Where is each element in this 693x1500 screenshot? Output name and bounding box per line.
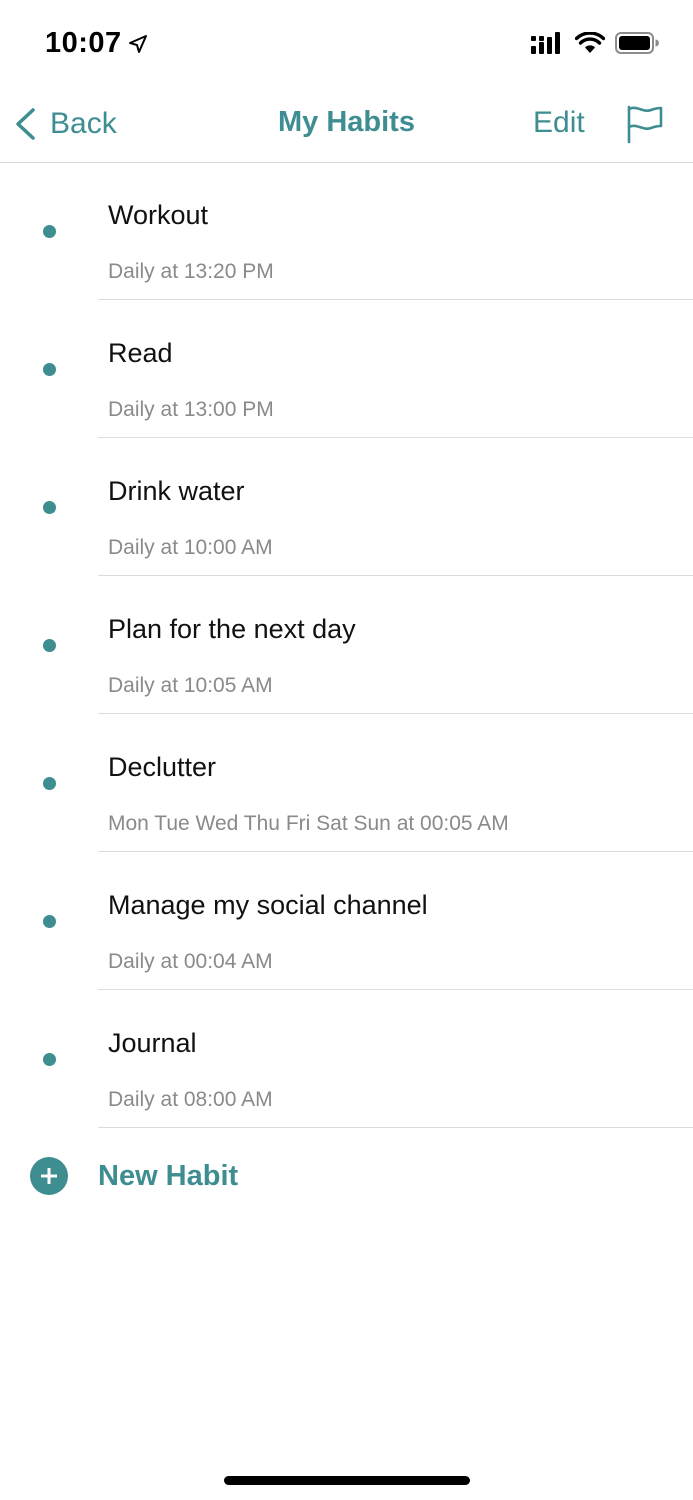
status-icons: [531, 32, 659, 54]
flag-button[interactable]: [625, 104, 665, 144]
new-habit-button[interactable]: New Habit: [30, 1156, 238, 1196]
habit-schedule: Daily at 13:20 PM: [108, 260, 274, 283]
cellular-signal-icon: [531, 32, 560, 54]
habit-schedule: Daily at 13:00 PM: [108, 398, 274, 421]
habit-row[interactable]: Journal Daily at 08:00 AM: [0, 990, 693, 1128]
habit-schedule: Daily at 10:05 AM: [108, 674, 273, 697]
battery-icon: [615, 32, 659, 54]
habit-schedule: Daily at 10:00 AM: [108, 536, 273, 559]
row-divider: [98, 1127, 693, 1128]
habit-bullet-icon: [43, 777, 56, 790]
habit-name: Drink water: [108, 476, 245, 506]
habit-bullet-icon: [43, 501, 56, 514]
habit-name: Journal: [108, 1028, 197, 1058]
home-indicator[interactable]: [224, 1476, 470, 1485]
chevron-left-icon: [16, 108, 35, 140]
habit-name: Declutter: [108, 752, 217, 782]
back-button[interactable]: Back: [14, 104, 117, 144]
habit-name: Workout: [108, 200, 209, 230]
habit-bullet-icon: [43, 915, 56, 928]
habit-bullet-icon: [43, 363, 56, 376]
habit-bullet-icon: [43, 1053, 56, 1066]
habit-row[interactable]: Read Daily at 13:00 PM: [0, 300, 693, 438]
location-arrow-icon: [128, 34, 147, 53]
status-time-text: 10:07: [45, 27, 122, 59]
flag-icon: [627, 105, 663, 144]
habit-schedule: Daily at 00:04 AM: [108, 950, 273, 973]
habit-name: Read: [108, 338, 173, 368]
habit-bullet-icon: [43, 225, 56, 238]
new-habit-label: New Habit: [98, 1159, 239, 1192]
habit-row[interactable]: Workout Daily at 13:20 PM: [0, 162, 693, 300]
habit-list: Workout Daily at 13:20 PM Read Daily at …: [0, 162, 693, 1128]
back-button-label: Back: [50, 107, 117, 140]
habit-row[interactable]: Plan for the next day Daily at 10:05 AM: [0, 576, 693, 714]
habit-row[interactable]: Declutter Mon Tue Wed Thu Fri Sat Sun at…: [0, 714, 693, 852]
habit-row[interactable]: Drink water Daily at 10:00 AM: [0, 438, 693, 576]
habit-row[interactable]: Manage my social channel Daily at 00:04 …: [0, 852, 693, 990]
plus-circle-icon: [30, 1157, 68, 1195]
edit-button[interactable]: Edit: [533, 106, 585, 140]
habit-name: Plan for the next day: [108, 614, 356, 644]
habit-name: Manage my social channel: [108, 890, 428, 920]
navigation-bar: Back My Habits Edit: [0, 90, 693, 163]
habit-schedule: Mon Tue Wed Thu Fri Sat Sun at 00:05 AM: [108, 812, 509, 835]
wifi-icon: [575, 32, 605, 53]
habit-schedule: Daily at 08:00 AM: [108, 1088, 273, 1111]
status-time: 10:07: [45, 27, 148, 60]
habit-bullet-icon: [43, 639, 56, 652]
status-bar: 10:07: [0, 0, 693, 90]
